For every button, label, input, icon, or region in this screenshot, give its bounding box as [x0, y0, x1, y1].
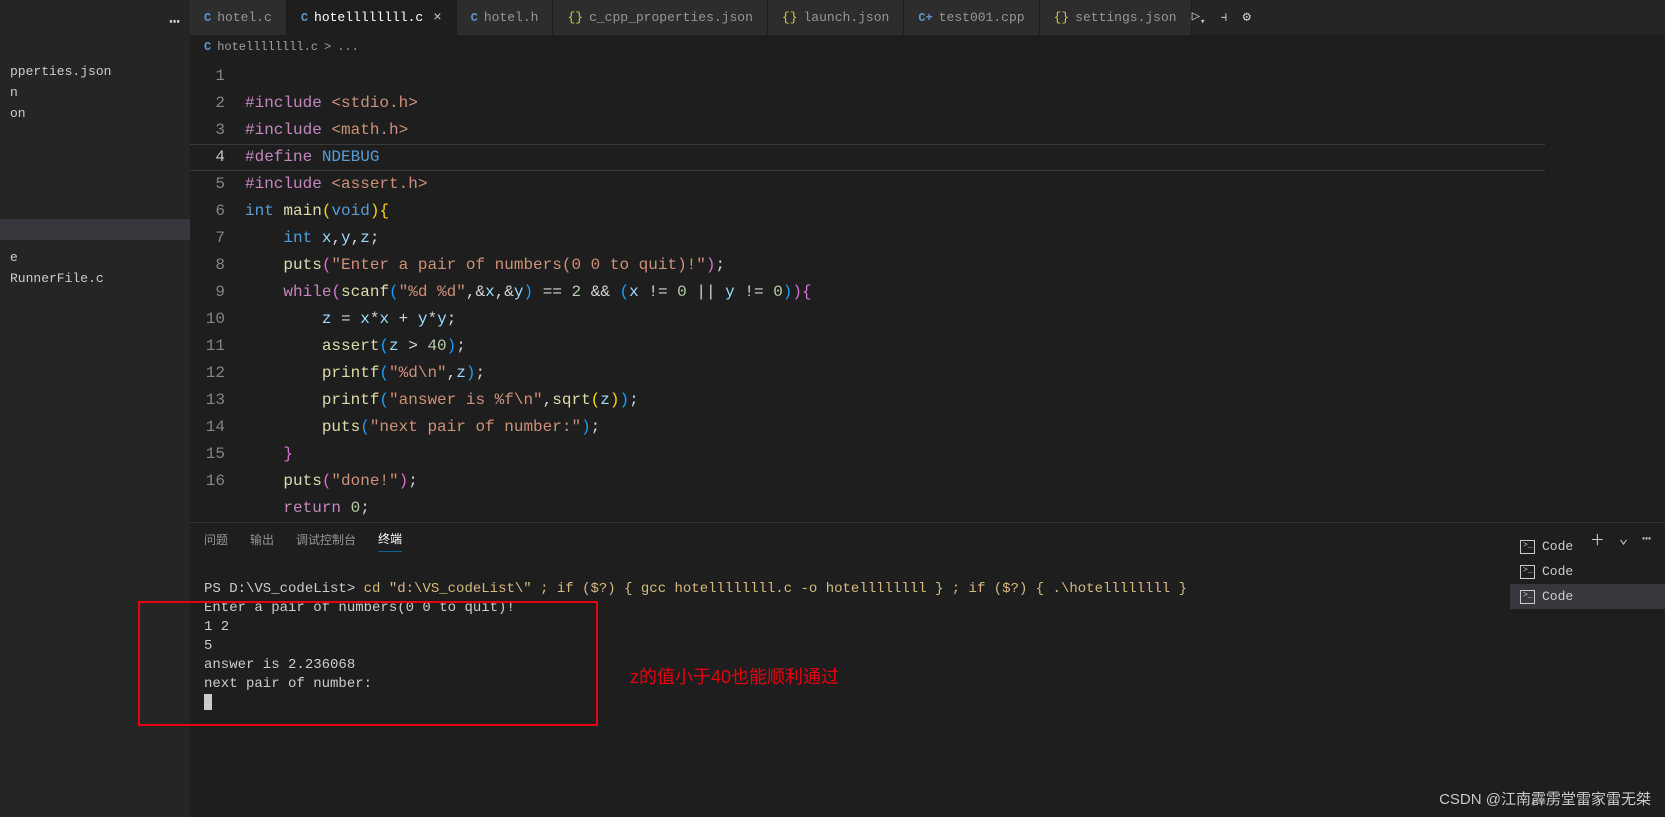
tab-test001[interactable]: C+ test001.cpp	[904, 0, 1039, 35]
c-icon: C	[204, 40, 211, 54]
list-item[interactable]: pperties.json	[0, 61, 190, 82]
cursor	[204, 694, 212, 710]
c-icon: C	[471, 11, 478, 25]
tab-hotelllll-c[interactable]: Chotellllllll.c ×	[287, 0, 457, 35]
tab-ccpp-props[interactable]: {} c_cpp_properties.json	[553, 0, 767, 35]
terminal-list-item[interactable]: Code	[1510, 559, 1665, 584]
panel-tab-terminal[interactable]: 终端	[378, 526, 402, 552]
terminal-list: Code Code Code	[1510, 534, 1665, 609]
tab-hotel-c[interactable]: Chotel.c	[190, 0, 287, 35]
code-editor[interactable]: 12345678910111213141516 #include <stdio.…	[190, 59, 1545, 522]
terminal-line: PS D:\VS_codeList>	[204, 581, 364, 597]
top-row: ⋯ Chotel.c Chotellllllll.c × Chotel.h {} c…	[0, 0, 1665, 35]
list-item[interactable]: RunnerFile.c	[0, 268, 190, 289]
list-item[interactable]	[0, 219, 190, 240]
sidebar-header: ⋯	[0, 0, 190, 35]
ellipsis-icon[interactable]: ⋯	[0, 6, 190, 38]
terminal-line: 5	[204, 638, 212, 654]
gear-icon[interactable]: ⚙	[1242, 9, 1250, 26]
run-icon[interactable]: ▷▾	[1192, 8, 1206, 27]
json-icon: {}	[567, 10, 583, 25]
annotation-text: z的值小于40也能顺利通过	[630, 668, 839, 687]
json-icon: {}	[782, 10, 798, 25]
minimap[interactable]	[1545, 59, 1665, 522]
tab-label: settings.json	[1075, 10, 1176, 25]
c-icon: C	[204, 11, 211, 25]
explorer-sidebar: pperties.json n on e RunnerFile.c	[0, 35, 190, 817]
terminal-icon	[1520, 590, 1535, 604]
terminal-body[interactable]: PS D:\VS_codeList> cd "d:\VS_codeList\" …	[190, 555, 1665, 817]
split-icon[interactable]: ⫞	[1220, 10, 1227, 26]
list-item	[0, 124, 190, 219]
panel-tab-problems[interactable]: 问题	[204, 527, 228, 552]
list-item[interactable]: e	[0, 247, 190, 268]
panel-tab-debug[interactable]: 调试控制台	[296, 527, 356, 552]
terminal-line: Enter a pair of numbers(0 0 to quit)!	[204, 600, 515, 616]
json-icon: {}	[1054, 10, 1070, 25]
tab-hotel-h[interactable]: Chotel.h	[457, 0, 554, 35]
terminal-icon	[1520, 540, 1535, 554]
tab-label: c_cpp_properties.json	[589, 10, 753, 25]
main-column: C hotellllllll.c > ... 12345678910111213…	[190, 35, 1665, 817]
terminal-line: next pair of number:	[204, 676, 372, 692]
tab-label: launch.json	[804, 10, 890, 25]
breadcrumb-file: hotellllllll.c	[217, 40, 318, 54]
terminal-line: answer is 2.236068	[204, 657, 355, 673]
tab-actions: ▷▾ ⫞ ⚙	[1192, 0, 1269, 35]
terminal-icon	[1520, 565, 1535, 579]
tab-label: test001.cpp	[939, 10, 1025, 25]
tab-settings[interactable]: {} settings.json	[1040, 0, 1192, 35]
tab-label: hotellllllll.c	[314, 10, 423, 25]
breadcrumb-more: ...	[337, 40, 359, 54]
tab-label: hotel.c	[217, 10, 272, 25]
line-gutter: 12345678910111213141516	[190, 63, 245, 522]
breadcrumb[interactable]: C hotellllllll.c > ...	[190, 35, 1665, 59]
terminal-line: 1 2	[204, 619, 229, 635]
panel-tab-output[interactable]: 输出	[250, 527, 274, 552]
close-icon[interactable]: ×	[433, 10, 441, 26]
terminal-list-item[interactable]: Code	[1510, 584, 1665, 609]
terminal-list-item[interactable]: Code	[1510, 534, 1665, 559]
tab-launch[interactable]: {} launch.json	[768, 0, 904, 35]
tab-label: hotel.h	[484, 10, 539, 25]
editor-area: 12345678910111213141516 #include <stdio.…	[190, 59, 1665, 522]
panel-tabs: 问题 输出 调试控制台 终端 ＋ ⌄ ⋯	[190, 523, 1665, 555]
c-icon: C	[301, 11, 308, 25]
list-item[interactable]: n	[0, 82, 190, 103]
code-content[interactable]: #include <stdio.h> #include <math.h> #de…	[245, 63, 1545, 522]
explorer-list: pperties.json n on e RunnerFile.c	[0, 61, 190, 289]
terminal-panel: 问题 输出 调试控制台 终端 ＋ ⌄ ⋯ PS D:\VS_codeList> …	[190, 522, 1665, 817]
list-item[interactable]: on	[0, 103, 190, 124]
editor-tabs: Chotel.c Chotellllllll.c × Chotel.h {} c_c…	[190, 0, 1269, 35]
cpp-icon: C+	[918, 11, 932, 25]
list-item	[0, 240, 190, 247]
breadcrumb-sep: >	[324, 40, 331, 54]
watermark: CSDN @江南霹雳堂雷家雷无桀	[1439, 788, 1651, 809]
